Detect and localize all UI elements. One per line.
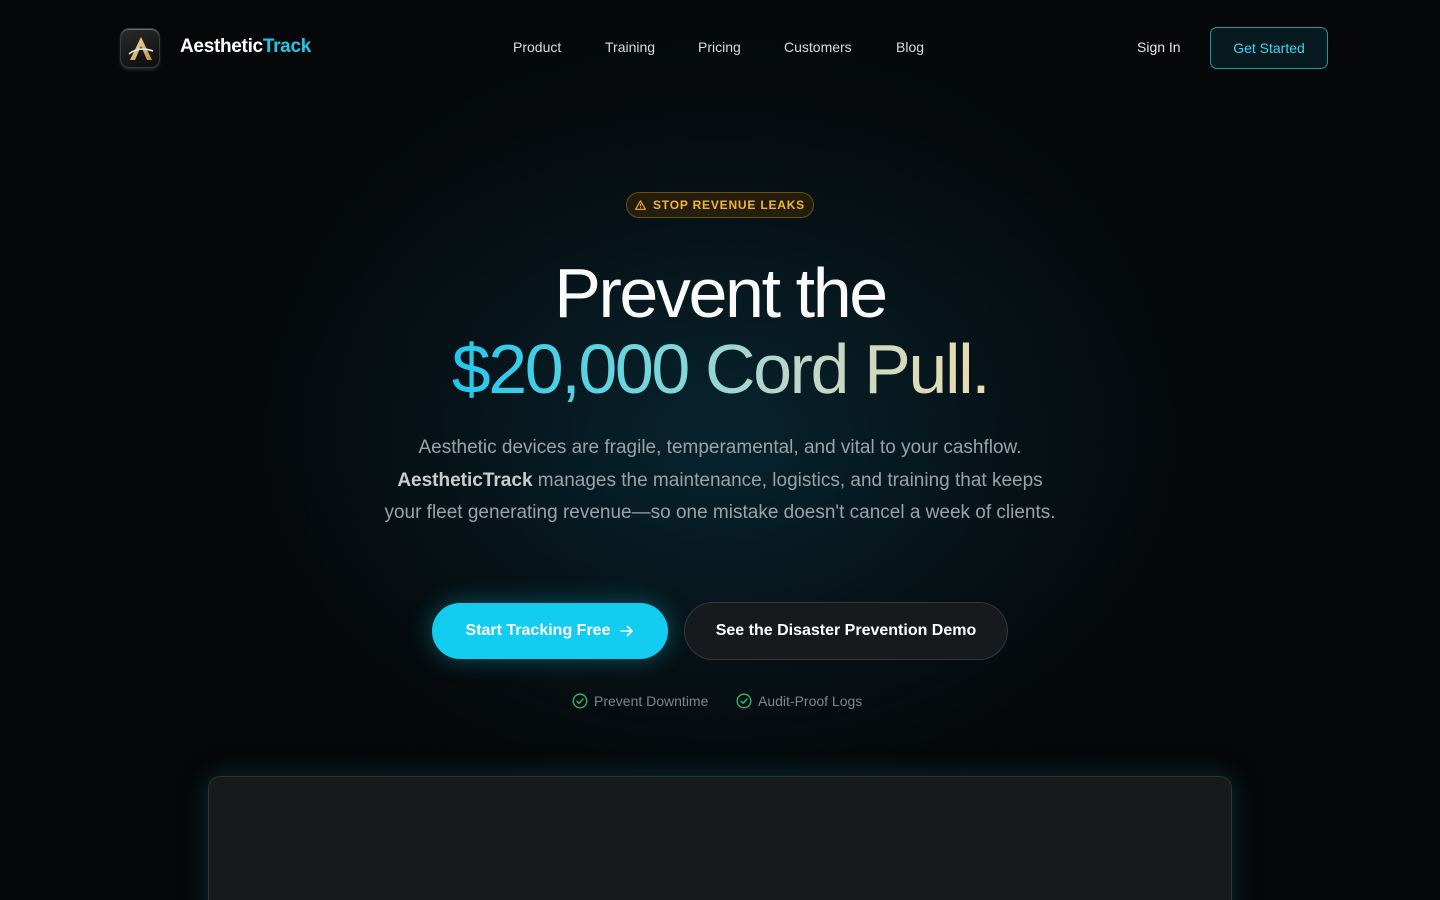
hero-headline-highlight: $20,000 Cord Pull. xyxy=(451,330,991,408)
hero-headline-line1: Prevent the xyxy=(554,254,888,332)
sign-in-link[interactable]: Sign In xyxy=(1137,39,1181,55)
nav-customers[interactable]: Customers xyxy=(784,39,852,55)
hero-description-brand: AestheticTrack xyxy=(397,469,533,491)
hero-headline-line2: $20,000 Cord Pull. xyxy=(0,334,1440,404)
arrow-right-icon xyxy=(620,625,634,637)
get-started-button[interactable]: Get Started xyxy=(1210,27,1328,69)
brand-name-part1: Aesthetic xyxy=(180,36,263,57)
demo-button[interactable]: See the Disaster Prevention Demo xyxy=(684,602,1008,660)
logo-icon[interactable] xyxy=(120,28,160,68)
nav-blog[interactable]: Blog xyxy=(896,39,924,55)
check-circle-icon xyxy=(736,693,752,709)
stylized-a-logo-icon xyxy=(128,37,154,60)
trust-item-label: Audit-Proof Logs xyxy=(758,693,863,709)
trust-item-audit: Audit-Proof Logs xyxy=(736,693,862,709)
brand-name[interactable]: AestheticTrack xyxy=(180,36,311,58)
start-tracking-label: Start Tracking Free xyxy=(465,622,611,639)
brand-name-part2: Track xyxy=(262,36,311,57)
hero-description-lead: Aesthetic devices are fragile, temperame… xyxy=(418,437,1022,458)
nav-product[interactable]: Product xyxy=(513,39,561,55)
top-navbar: AestheticTrack Product Training Pricing … xyxy=(0,0,1440,96)
nav-training[interactable]: Training xyxy=(605,39,655,55)
trust-item-label: Prevent Downtime xyxy=(594,693,709,709)
hero-badge-label: STOP REVENUE LEAKS xyxy=(653,198,805,212)
hero-badge: STOP REVENUE LEAKS xyxy=(626,192,814,218)
warning-triangle-icon xyxy=(635,200,646,210)
check-circle-icon xyxy=(572,693,588,709)
hero-description: Aesthetic devices are fragile, temperame… xyxy=(380,432,1060,530)
product-preview-panel xyxy=(208,776,1232,900)
nav-pricing[interactable]: Pricing xyxy=(698,39,741,55)
start-tracking-button[interactable]: Start Tracking Free xyxy=(432,603,668,659)
trust-item-downtime: Prevent Downtime xyxy=(572,693,708,709)
